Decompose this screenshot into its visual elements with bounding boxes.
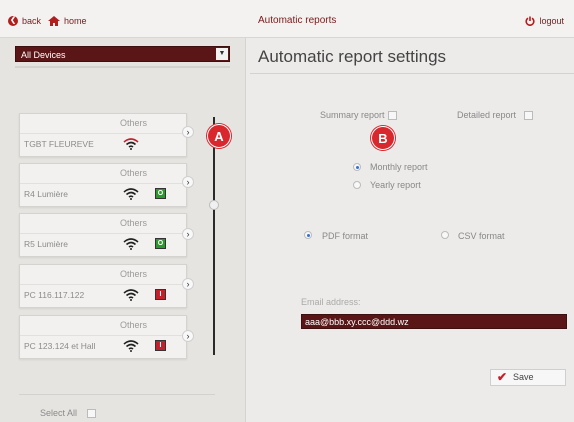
summary-report-checkbox[interactable] [388, 111, 397, 120]
wifi-icon [123, 188, 139, 200]
device-name: R5 Lumière [24, 239, 68, 249]
device-name: TGBT FLEUREVE [24, 139, 94, 149]
device-category: Others [120, 320, 148, 330]
scroll-handle[interactable] [209, 200, 219, 210]
device-category: Others [120, 118, 148, 128]
divider [15, 66, 230, 68]
yearly-report-label: Yearly report [370, 180, 421, 190]
card-divider [20, 233, 186, 234]
callout-marker-a: A [207, 124, 231, 148]
csv-format-label: CSV format [458, 231, 505, 241]
detailed-report-checkbox[interactable] [524, 111, 533, 120]
scroll-track[interactable] [213, 117, 215, 355]
divider [19, 394, 215, 395]
expand-chevron-icon[interactable]: › [182, 278, 194, 290]
page-title: Automatic reports [258, 15, 337, 26]
select-all-label: Select All [40, 408, 78, 418]
device-category: Others [120, 218, 148, 228]
pdf-format-radio[interactable] [304, 231, 312, 239]
back-label: back [22, 16, 42, 26]
select-all-checkbox[interactable] [87, 408, 97, 418]
checkmark-icon: ✔ [497, 370, 508, 384]
dropdown-arrow-icon: ▼ [216, 48, 228, 60]
callout-marker-b: B [371, 126, 395, 150]
power-icon [525, 16, 536, 26]
top-bar: ❮ back home Automatic reports logout [0, 0, 574, 38]
device-card[interactable]: Others PC 116.117.122 I [19, 264, 187, 308]
wifi-icon [123, 138, 139, 150]
pdf-format-label: PDF format [322, 231, 369, 241]
save-label: Save [513, 372, 534, 382]
email-field[interactable]: aaa@bbb.xy.ccc@ddd.wz [301, 314, 567, 329]
device-card[interactable]: Others TGBT FLEUREVE [19, 113, 187, 157]
summary-report-label: Summary report [320, 110, 385, 120]
card-divider [20, 133, 186, 134]
status-badge: I [155, 289, 166, 300]
logout-label: logout [539, 16, 564, 26]
device-card[interactable]: Others PC 123.124 et Hall I [19, 315, 187, 359]
select-all-row[interactable]: Select All [40, 408, 97, 418]
home-icon [48, 16, 60, 26]
status-badge: I [155, 340, 166, 351]
card-divider [20, 335, 186, 336]
home-link[interactable]: home [48, 16, 87, 26]
device-category: Others [120, 269, 148, 279]
divider [250, 73, 574, 74]
card-divider [20, 284, 186, 285]
back-arrow-icon: ❮ [8, 16, 18, 26]
device-card[interactable]: Others R4 Lumière O [19, 163, 187, 207]
yearly-report-radio[interactable] [353, 181, 361, 189]
device-filter-select[interactable]: All Devices ▼ [15, 46, 230, 62]
device-name: R4 Lumière [24, 189, 68, 199]
wifi-icon [123, 340, 139, 352]
detailed-report-label: Detailed report [457, 110, 517, 120]
device-name: PC 123.124 et Hall [24, 341, 96, 351]
wifi-icon [123, 289, 139, 301]
device-filter-value: All Devices [21, 50, 66, 60]
monthly-report-radio[interactable] [353, 163, 361, 171]
back-link[interactable]: ❮ back [8, 16, 41, 26]
status-badge: O [155, 188, 166, 199]
wifi-icon [123, 238, 139, 250]
expand-chevron-icon[interactable]: › [182, 330, 194, 342]
logout-link[interactable]: logout [525, 16, 564, 26]
device-name: PC 116.117.122 [24, 290, 85, 300]
expand-chevron-icon[interactable]: › [182, 228, 194, 240]
expand-chevron-icon[interactable]: › [182, 176, 194, 188]
email-label: Email address: [301, 297, 361, 307]
home-label: home [64, 16, 87, 26]
device-category: Others [120, 168, 148, 178]
device-card[interactable]: Others R5 Lumière O [19, 213, 187, 257]
card-divider [20, 183, 186, 184]
expand-chevron-icon[interactable]: › [182, 126, 194, 138]
settings-title: Automatic report settings [258, 47, 447, 66]
csv-format-radio[interactable] [441, 231, 449, 239]
monthly-report-label: Monthly report [370, 162, 428, 172]
save-button[interactable]: ✔ Save [490, 369, 566, 386]
status-badge: O [155, 238, 166, 249]
